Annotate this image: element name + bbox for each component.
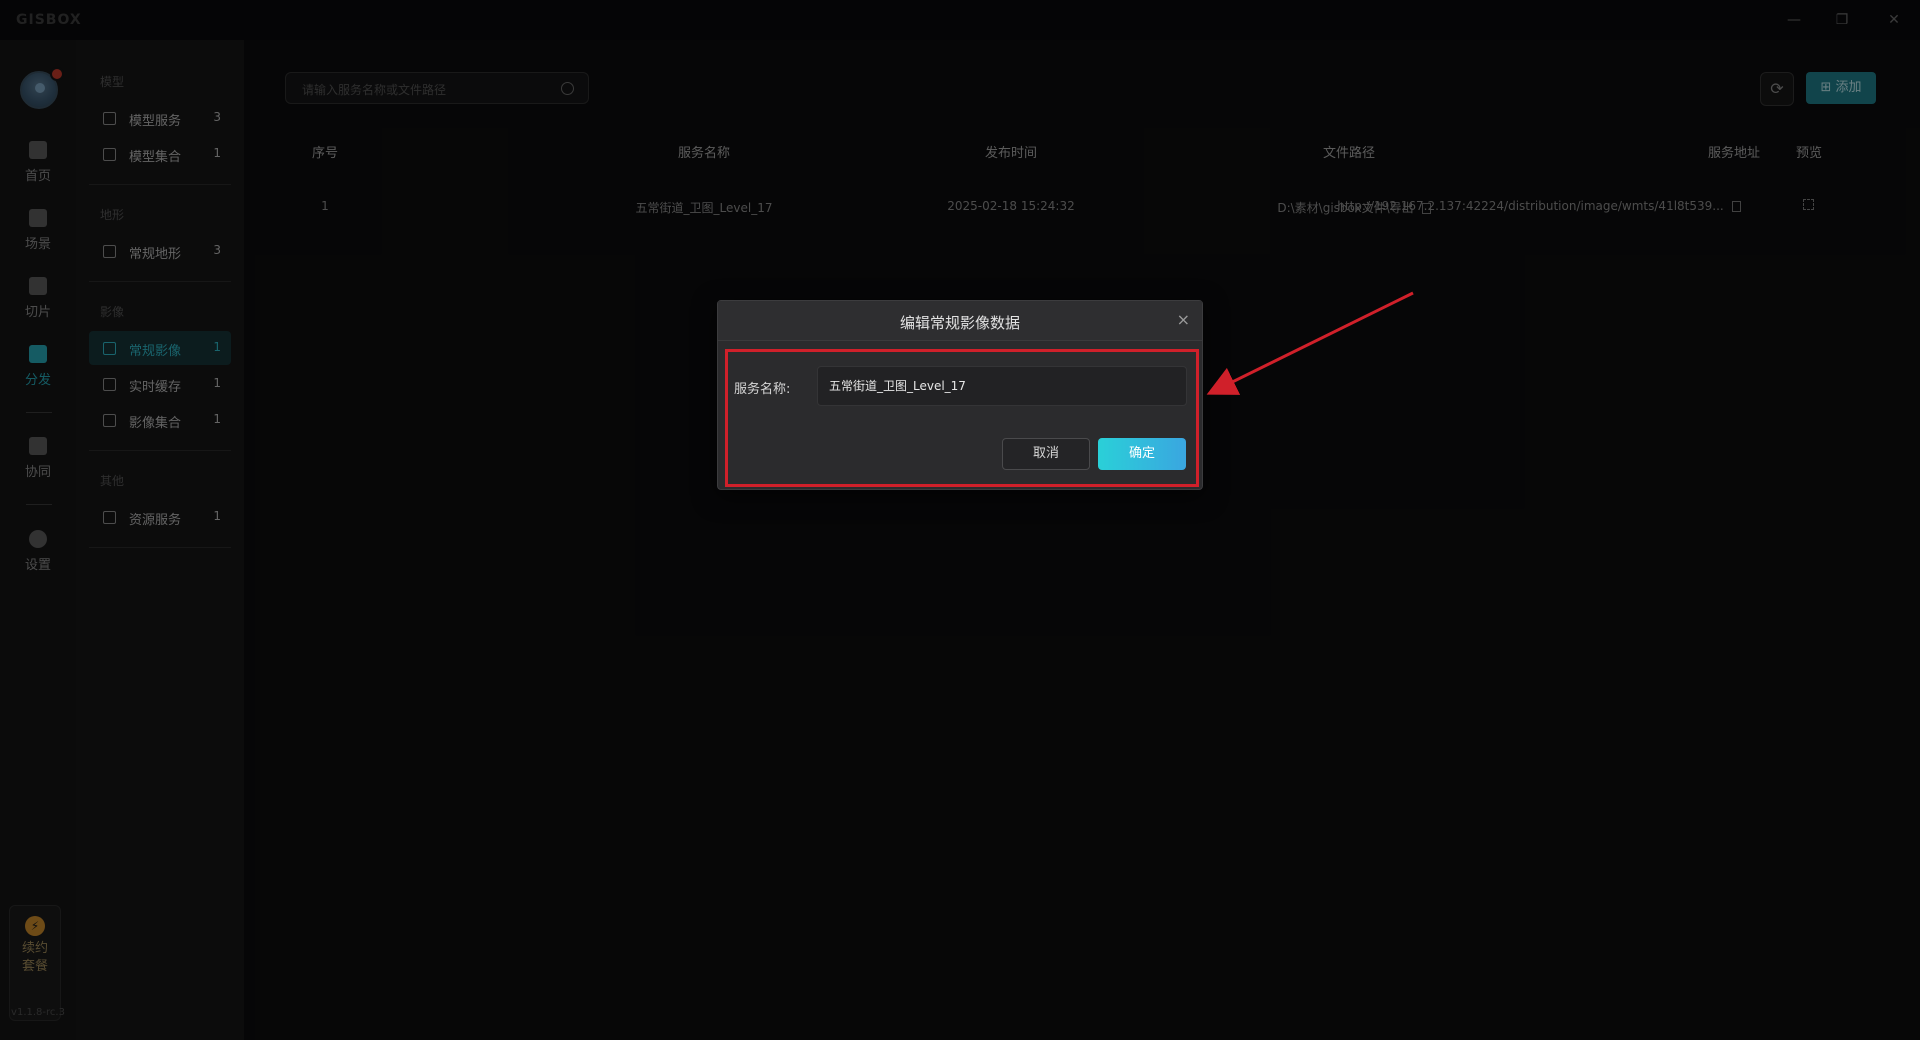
dialog-header: 编辑常规影像数据 × bbox=[718, 301, 1202, 341]
app-window: GISBOX — ❐ ✕ 首页 场景 切片 分发 协同 设置 ⚡ 续约 套餐 v… bbox=[0, 0, 1920, 1040]
highlight-box bbox=[725, 349, 1199, 487]
close-icon[interactable]: × bbox=[1177, 310, 1190, 329]
modal-overlay bbox=[0, 0, 1920, 1040]
dialog-title: 编辑常规影像数据 bbox=[899, 314, 1020, 332]
